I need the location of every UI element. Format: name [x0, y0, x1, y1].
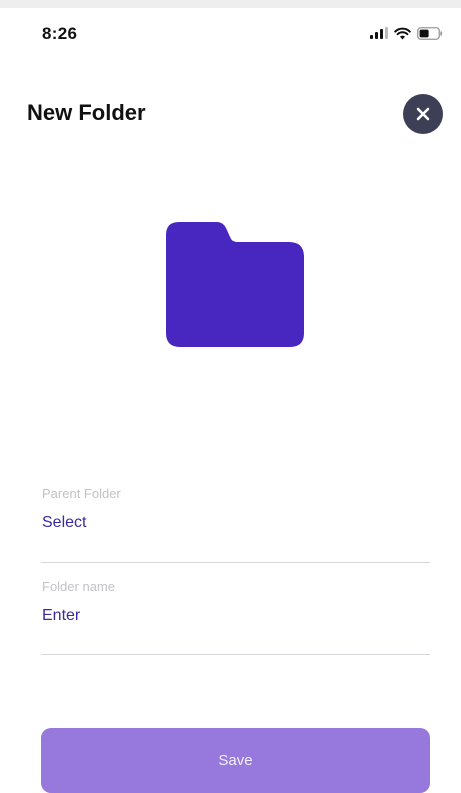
status-icons: [370, 24, 443, 42]
parent-folder-divider: [41, 562, 430, 563]
folder-name-divider: [41, 654, 430, 655]
folder-name-label: Folder name: [42, 579, 115, 594]
page-title: New Folder: [27, 100, 146, 125]
save-button[interactable]: Save: [41, 728, 430, 793]
close-button[interactable]: [403, 94, 443, 134]
top-shade: [0, 0, 461, 8]
signal-icon: [370, 27, 388, 39]
folder-icon: [165, 220, 305, 353]
battery-icon: [417, 26, 443, 40]
close-icon: [416, 107, 430, 121]
wifi-icon: [394, 27, 411, 40]
folder-name-field[interactable]: Enter: [42, 607, 80, 625]
parent-folder-label: Parent Folder: [42, 486, 121, 501]
save-button-label: Save: [218, 752, 253, 769]
parent-folder-select[interactable]: Select: [42, 514, 86, 532]
status-time: 8:26: [42, 24, 78, 43]
new-folder-screen: 8:26 New Folder Parent Folder Select Fol…: [0, 0, 461, 793]
